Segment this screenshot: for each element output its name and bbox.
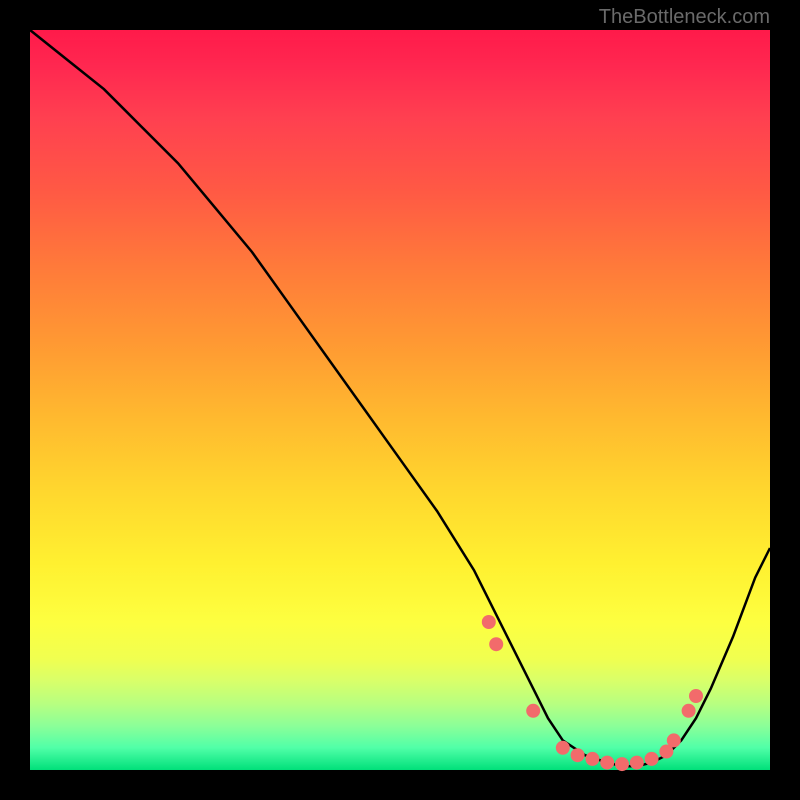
- highlight-dot: [489, 637, 503, 651]
- highlight-marker-group: [482, 615, 703, 771]
- bottleneck-curve-line: [30, 30, 770, 766]
- highlight-dot: [526, 704, 540, 718]
- chart-container: TheBottleneck.com: [0, 0, 800, 800]
- chart-svg: [30, 30, 770, 770]
- highlight-dot: [630, 756, 644, 770]
- plot-area: [30, 30, 770, 770]
- highlight-dot: [667, 733, 681, 747]
- watermark-text: TheBottleneck.com: [599, 6, 770, 29]
- highlight-dot: [571, 748, 585, 762]
- highlight-dot: [482, 615, 496, 629]
- highlight-dot: [585, 752, 599, 766]
- highlight-dot: [689, 689, 703, 703]
- highlight-dot: [600, 756, 614, 770]
- highlight-dot: [556, 741, 570, 755]
- highlight-dot: [645, 752, 659, 766]
- highlight-dot: [615, 757, 629, 771]
- highlight-dot: [682, 704, 696, 718]
